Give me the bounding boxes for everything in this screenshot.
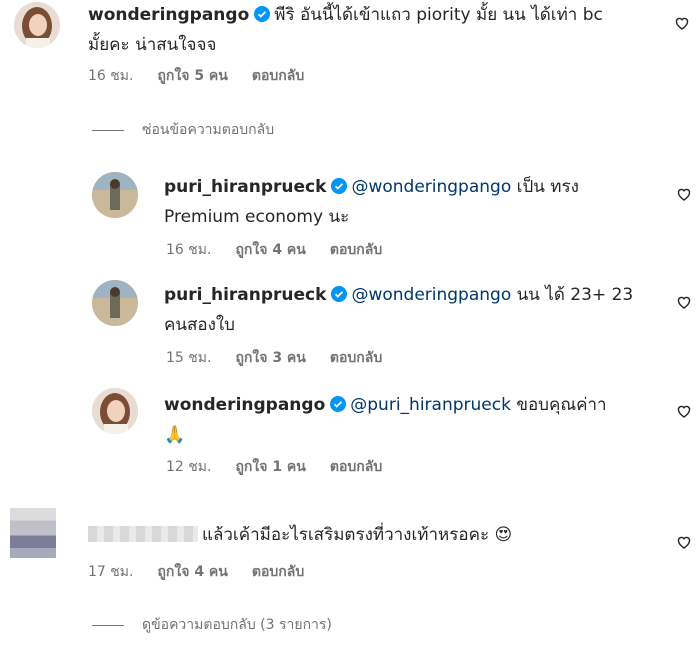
likes-count[interactable]: ถูกใจ 5 คน (157, 68, 227, 84)
mention-link[interactable]: @wonderingpango (351, 177, 511, 197)
heart-like-icon[interactable] (674, 15, 690, 31)
avatar-pixelated[interactable] (10, 508, 56, 558)
comment-text-cont: มั้ยคะ น่าสนใจจจ (88, 35, 217, 55)
username[interactable]: puri_hiranprueck (164, 177, 326, 197)
comment-text: แล้วเค้ามีอะไรเสริมตรงที่วางเท้าหรอคะ 😍 (202, 525, 513, 545)
reply-button[interactable]: ตอบกลับ (252, 68, 304, 84)
avatar[interactable] (14, 2, 60, 48)
comment-meta: 15 ชม. ถูกใจ 3 คน ตอบกลับ (166, 348, 406, 368)
reply-button[interactable]: ตอบกลับ (252, 564, 304, 580)
heart-like-icon[interactable] (676, 534, 692, 550)
reply-button[interactable]: ตอบกลับ (330, 242, 382, 258)
verified-badge-icon (254, 6, 271, 22)
comment-meta: 16 ชม. ถูกใจ 4 คน ตอบกลับ (166, 240, 406, 260)
likes-count[interactable]: ถูกใจ 1 คน (235, 459, 305, 475)
comment-text-cont: Premium economy นะ (164, 207, 350, 227)
view-replies-button[interactable]: ดูข้อความตอบกลับ (3 รายการ) (92, 615, 332, 635)
comment-text: ขอบคุณค่าา (510, 395, 607, 415)
hide-replies-label: ซ่อนข้อความตอบกลับ (142, 122, 275, 138)
comment-text-cont: คนสองใบ (164, 315, 235, 335)
mention-link[interactable]: @wonderingpango (351, 285, 511, 305)
mention-link[interactable]: @puri_hiranprueck (350, 395, 511, 415)
view-replies-label: ดูข้อความตอบกลับ (3 รายการ) (142, 617, 332, 633)
username-blurred[interactable] (88, 526, 198, 542)
timestamp: 17 ชม. (88, 564, 134, 580)
username[interactable]: puri_hiranprueck (164, 285, 326, 305)
verified-badge-icon (331, 178, 348, 194)
username[interactable]: wonderingpango (164, 395, 325, 415)
comment-text: พีริ อันนี้ได้เข้าแถว piority มั้ย นน ได… (274, 5, 603, 25)
username[interactable]: wonderingpango (88, 5, 249, 25)
comment-meta: 16 ชม. ถูกใจ 5 คน ตอบกลับ (88, 66, 328, 86)
comment-text: นน ได้ 23+ 23 (511, 285, 634, 305)
avatar-woman-icon (14, 2, 60, 48)
comment-meta: 17 ชม. ถูกใจ 4 คน ตอบกลับ (88, 562, 328, 582)
verified-badge-icon (330, 396, 347, 412)
timestamp: 15 ชม. (166, 350, 212, 366)
timestamp: 16 ชม. (88, 68, 134, 84)
heart-like-icon[interactable] (676, 294, 692, 310)
avatar-man-icon (92, 172, 138, 218)
thread-line (92, 624, 124, 626)
likes-count[interactable]: ถูกใจ 4 คน (157, 564, 227, 580)
avatar-man-icon (92, 280, 138, 326)
pray-emoji-icon: 🙏 (164, 425, 186, 445)
verified-badge-icon (331, 286, 348, 302)
heart-like-icon[interactable] (676, 186, 692, 202)
timestamp: 12 ชม. (166, 459, 212, 475)
comment-meta: 12 ชม. ถูกใจ 1 คน ตอบกลับ (166, 457, 406, 477)
avatar[interactable] (92, 280, 138, 326)
comment-text: เป็น ทรง (511, 177, 579, 197)
hide-replies-button[interactable]: ซ่อนข้อความตอบกลับ (92, 120, 274, 140)
likes-count[interactable]: ถูกใจ 3 คน (235, 350, 305, 366)
avatar-woman-icon (92, 388, 138, 434)
avatar[interactable] (92, 388, 138, 434)
reply-button[interactable]: ตอบกลับ (330, 350, 382, 366)
thread-line (92, 129, 124, 131)
heart-like-icon[interactable] (676, 403, 692, 419)
timestamp: 16 ชม. (166, 242, 212, 258)
likes-count[interactable]: ถูกใจ 4 คน (235, 242, 305, 258)
avatar[interactable] (92, 172, 138, 218)
reply-button[interactable]: ตอบกลับ (330, 459, 382, 475)
